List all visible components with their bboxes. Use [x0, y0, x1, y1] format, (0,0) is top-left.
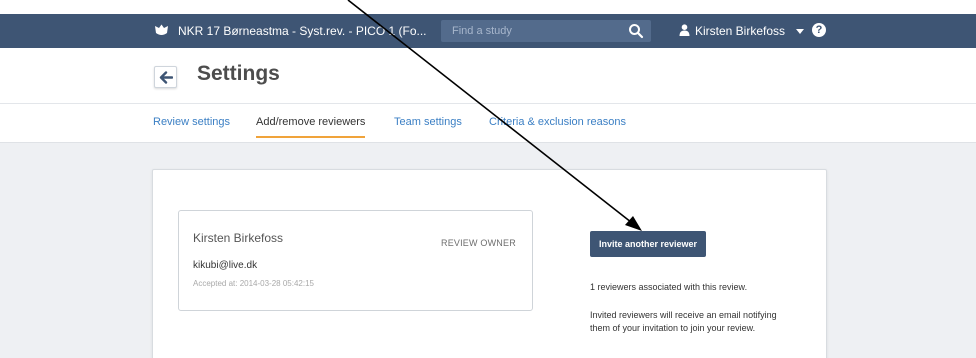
reviewer-card: Kirsten Birkefoss REVIEW OWNER kikubi@li…: [178, 210, 533, 311]
search-box: [441, 20, 651, 42]
arrow-left-icon: [159, 71, 173, 84]
top-navbar: NKR 17 Børneastma - Syst.rev. - PICO 1 (…: [0, 14, 976, 48]
search-input[interactable]: [441, 20, 621, 42]
caret-down-icon: [796, 28, 805, 34]
user-name: Kirsten Birkefoss: [695, 24, 786, 38]
reviewer-name: Kirsten Birkefoss: [193, 231, 284, 245]
page: NKR 17 Børneastma - Syst.rev. - PICO 1 (…: [0, 0, 976, 358]
reviewer-email: kikubi@live.dk: [193, 260, 258, 271]
reviewer-count-text: 1 reviewers associated with this review.: [590, 282, 748, 292]
help-icon[interactable]: ?: [812, 23, 826, 37]
header-divider: [0, 103, 976, 104]
tab-team-settings[interactable]: Team settings: [394, 116, 462, 136]
search-icon[interactable]: [628, 23, 644, 39]
app-title[interactable]: NKR 17 Børneastma - Syst.rev. - PICO 1 (…: [178, 24, 427, 38]
reviewer-accepted-date: Accepted at: 2014-03-28 05:42:15: [193, 279, 314, 288]
tab-review-settings[interactable]: Review settings: [153, 116, 230, 136]
reviewer-role-badge: REVIEW OWNER: [441, 238, 516, 248]
tab-criteria-exclusion-reasons[interactable]: Criteria & exclusion reasons: [489, 116, 626, 136]
invite-reviewer-button[interactable]: Invite another reviewer: [590, 231, 706, 257]
back-button[interactable]: [154, 66, 177, 88]
page-title: Settings: [197, 62, 280, 85]
invite-info-text: Invited reviewers will receive an email …: [590, 310, 777, 333]
user-menu[interactable]: Kirsten Birkefoss: [679, 23, 805, 39]
tab-add-remove-reviewers[interactable]: Add/remove reviewers: [256, 116, 366, 138]
logo-icon[interactable]: [154, 23, 169, 38]
user-icon: [679, 23, 690, 39]
